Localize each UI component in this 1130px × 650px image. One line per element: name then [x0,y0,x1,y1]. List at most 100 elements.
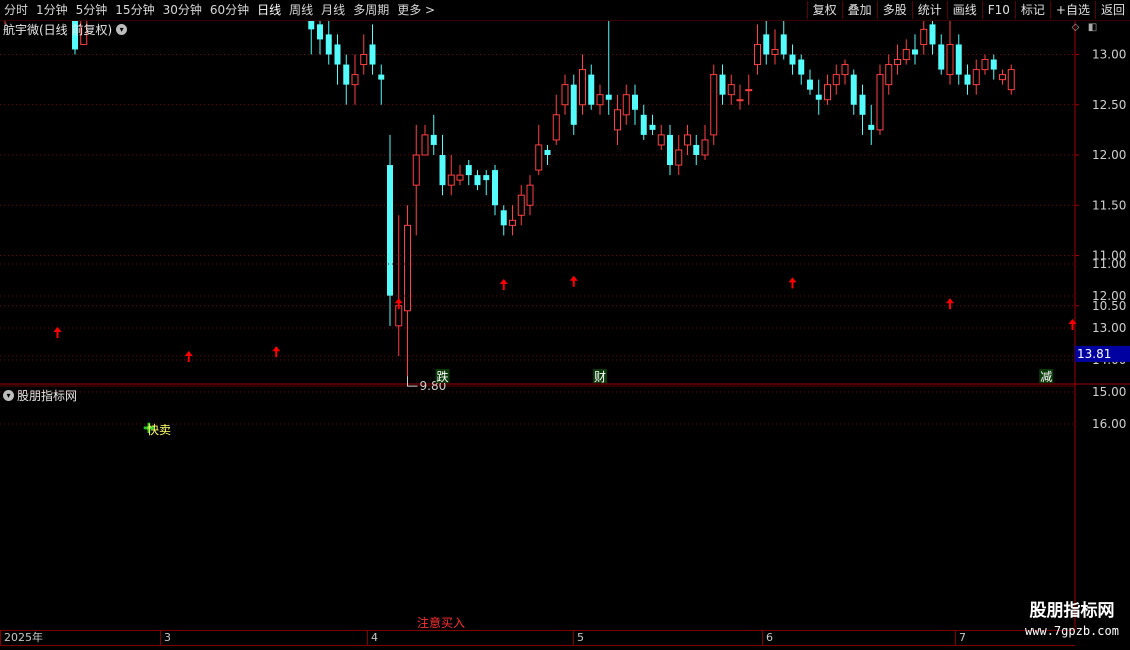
toolbar-button[interactable]: 返回 [1094,1,1130,19]
logo-text: 股朋指标网 [1029,601,1115,621]
toolbar-button[interactable]: 画线 [946,1,982,19]
period-tab[interactable]: 分时 [0,0,32,20]
period-tab[interactable]: 周线 [285,0,317,20]
candle-body [754,43,761,66]
candle-body [509,219,516,226]
candle-body [894,59,901,66]
candle-body [325,34,332,55]
chart-title-row: 航宇微(日线 前复权) ▾ [0,21,128,37]
period-tab[interactable]: 30分钟 [159,0,206,20]
period-tab[interactable]: 1分钟 [32,0,72,20]
buy-arrow-head [569,275,578,281]
price-axis: 16.0015.5015.0014.5014.0013.5013.0012.50… [1075,0,1126,363]
candle-body [588,74,595,105]
buy-arrow-head [394,298,403,304]
candle-body [430,134,437,145]
candle-body [1007,69,1015,91]
candle-body [404,224,411,312]
signal-tag: 财 [594,370,606,384]
period-tab[interactable]: 月线 [317,0,349,20]
candle-body [955,44,962,75]
toolbar-button[interactable]: F10 [981,1,1015,19]
chevron-down-icon[interactable]: ▾ [116,23,128,35]
chart-canvas: 16.299.80跌财减 16.0015.5015.0014.5014.0013… [0,0,1130,630]
candle-body [938,44,945,70]
candle-body [684,134,691,146]
candle-body [334,44,341,65]
signal-tag: 减 [1040,370,1052,384]
candle-body [736,99,744,102]
candle-body [439,155,446,186]
candle-body [675,149,683,166]
diamond-icon[interactable]: ◇ [1070,22,1081,33]
candle-body [763,34,770,55]
price-tick-label: 12.00 [1092,148,1126,162]
candle-body [369,44,376,65]
period-tab[interactable]: 多周期 [349,0,393,20]
candle-body [850,74,857,105]
toolbar-button[interactable]: +自选 [1049,1,1095,19]
candle-body [517,194,525,216]
period-tab[interactable]: 日线 [253,0,285,20]
toolbar-button[interactable]: 叠加 [841,1,877,19]
candle-body [876,74,884,131]
sell-label: 快卖 [147,423,171,437]
candle-body [981,59,989,71]
candle-body [570,84,577,125]
indicator-pane: 16.0015.0014.0013.0012.0011.0013.81✚快卖注意… [0,257,1130,630]
date-tick: 6 [762,631,773,645]
indicator-title-row: ▾ 股朋指标网 [3,387,77,404]
candle-body [360,54,368,66]
toolbar-button[interactable]: 多股 [876,1,912,19]
date-tick: 2025年 [0,631,43,645]
candle-body [447,174,455,186]
candle-body [579,69,586,106]
indicator-title: 股朋指标网 [17,389,78,403]
candle-body [771,48,779,55]
signal-tag: 跌 [437,369,449,384]
candle-body [483,175,490,181]
date-axis: 2025年 3 4 5 6 7 [0,630,1075,646]
candle-body [456,174,464,181]
candle-body [378,74,385,80]
period-tab[interactable]: 60分钟 [206,0,253,20]
period-tab[interactable]: 更多 > [393,0,439,20]
candle-body [798,59,805,75]
candle-body [999,74,1006,81]
chevron-down-icon[interactable]: ▾ [3,390,14,401]
pane-controls: ◇ ◧ [1070,22,1098,33]
candle-body [807,79,813,90]
candle-body [552,114,560,141]
toolbar-button[interactable]: 统计 [911,1,947,19]
date-tick: 4 [367,631,378,645]
candle-body [824,84,831,101]
candle-body [605,94,612,100]
buy-arrow-head [272,346,281,352]
indicator-tick-label: 11.00 [1092,257,1126,271]
toolbar-button[interactable]: 复权 [806,1,842,19]
candle-body [841,64,849,76]
date-tick: 5 [573,631,584,645]
candle-body [421,134,429,156]
period-tab[interactable]: 5分钟 [72,0,112,20]
candle-body [929,24,936,45]
candle-body [946,43,954,76]
period-tab[interactable]: 15分钟 [111,0,158,20]
candle-body [632,94,638,110]
period-toolbar: 分时 1分钟 5分钟 15分钟 30分钟 60分钟 日线 周线 月线 多周期 更多 > 复权 叠加 多股… [0,0,1130,21]
panel-toggle-icon[interactable]: ◧ [1087,22,1098,33]
indicator-tick-label: 13.00 [1092,321,1126,335]
candle-body [710,74,718,136]
candle-body [902,48,910,61]
candle-body [614,109,621,131]
toolbar-button[interactable]: 标记 [1014,1,1050,19]
candle-body [596,94,604,106]
candle-body [500,210,507,226]
buy-label: 注意买入 [417,615,465,630]
candle-body [492,170,498,206]
candle-body [667,134,673,166]
candle-body [474,175,481,186]
price-tick-label: 13.00 [1092,48,1126,62]
buy-arrow-head [946,298,954,304]
chart-title: 航宇微(日线 前复权) [3,22,113,37]
